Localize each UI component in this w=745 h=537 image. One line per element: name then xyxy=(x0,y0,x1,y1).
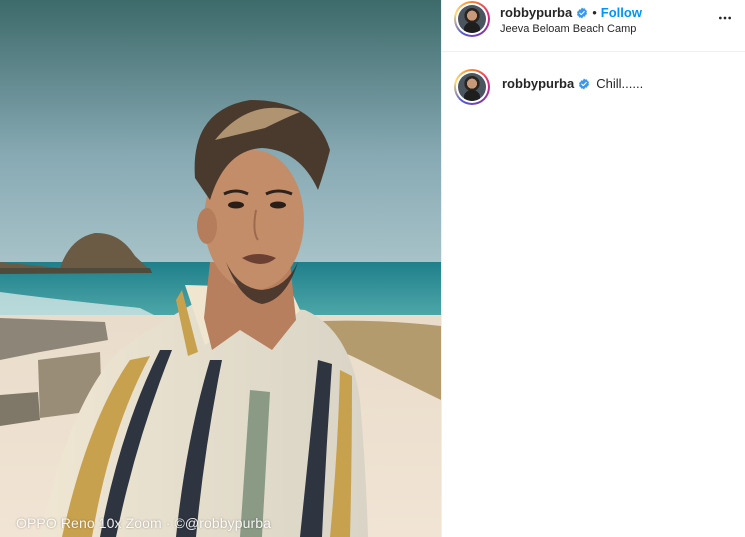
avatar-photo xyxy=(458,5,486,33)
caption-text: Chill...... xyxy=(596,76,644,91)
follow-button[interactable]: Follow xyxy=(601,5,642,20)
photo-illustration xyxy=(0,0,441,537)
photo-watermark: OPPO Reno 10x Zoom · ©@robbypurba xyxy=(16,515,272,531)
separator-dot: • xyxy=(592,5,597,20)
verified-badge-icon xyxy=(577,7,588,18)
caption-comment: robbypurba Chill...... xyxy=(442,66,745,110)
author-avatar[interactable] xyxy=(454,1,490,37)
author-username[interactable]: robbypurba xyxy=(500,5,572,20)
post-photo[interactable]: OPPO Reno 10x Zoom · ©@robbypurba xyxy=(0,0,441,537)
avatar-photo xyxy=(458,73,486,101)
more-horizontal-icon[interactable] xyxy=(717,10,733,26)
post-location[interactable]: Jeeva Beloam Beach Camp xyxy=(500,23,636,35)
post-sidebar: robbypurba • Follow Jeeva Beloam Beach C… xyxy=(442,0,745,537)
caption-avatar[interactable] xyxy=(454,69,490,105)
caption-line: robbypurba Chill...... xyxy=(502,76,643,91)
caption-username[interactable]: robbypurba xyxy=(502,76,574,91)
author-line: robbypurba • Follow xyxy=(500,5,642,20)
post-header: robbypurba • Follow Jeeva Beloam Beach C… xyxy=(442,0,745,52)
verified-badge-icon xyxy=(579,78,590,89)
